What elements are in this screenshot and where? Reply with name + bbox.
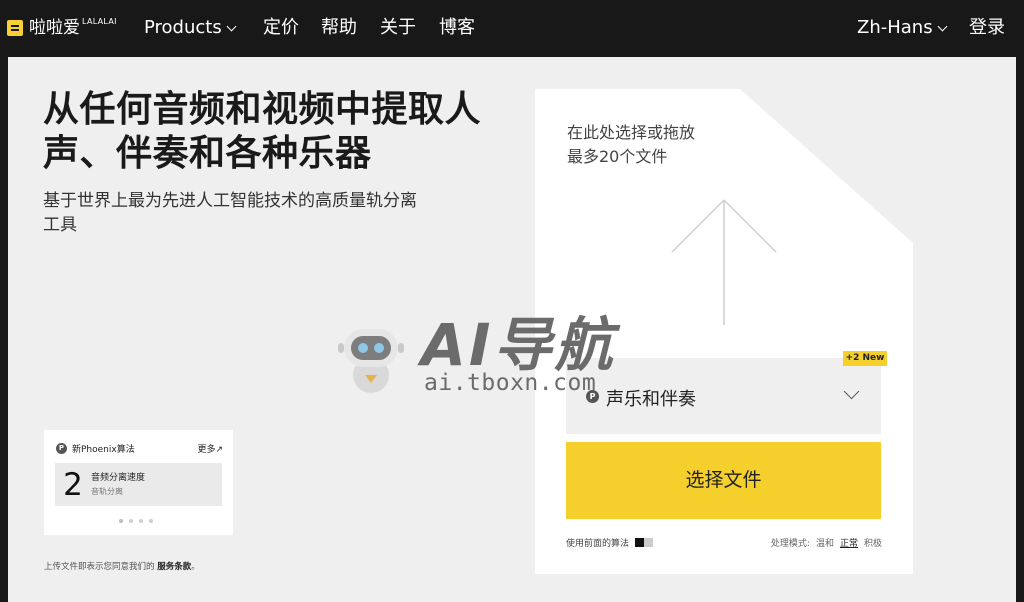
processing-mode-label: 处理模式:	[770, 539, 810, 549]
stat-number: 2	[63, 466, 83, 503]
hero-headline: 从任何音频和视频中提取人声、伴奏和各种乐器	[43, 89, 482, 174]
choose-file-button[interactable]: 选择文件	[566, 442, 881, 519]
nav-blog[interactable]: 博客	[439, 16, 475, 40]
dropzone-line-1: 在此处选择或拖放	[567, 123, 696, 142]
language-label: Zh-Hans	[857, 17, 933, 38]
watermark: AI导航 ai.tboxn.com	[338, 311, 638, 400]
phoenix-icon: P	[56, 443, 67, 454]
logo[interactable]: 啦啦爱 LALALAI	[7, 17, 117, 39]
carousel-dots	[119, 519, 153, 523]
processing-mode: 处理模式: 温和 正常 积极	[771, 536, 882, 549]
stat-sublabel: 音轨分离	[91, 486, 123, 496]
nav-products-label: Products	[144, 17, 222, 38]
dropzone-instructions: 在此处选择或拖放 最多20个文件	[567, 121, 695, 169]
nav-about-label: 关于	[380, 17, 416, 38]
algorithm-card-title: 新Phoenix算法	[72, 445, 135, 455]
terms-prefix: 上传文件即表示您同意我们的	[44, 562, 155, 572]
nav-pricing-label: 定价	[263, 17, 299, 38]
nav-products[interactable]: Products	[144, 16, 237, 40]
stat-label: 音频分离速度	[91, 472, 146, 483]
dropzone-line-2: 最多20个文件	[567, 147, 668, 166]
watermark-url: ai.tboxn.com	[424, 370, 597, 396]
new-badge: +2 New	[843, 351, 887, 366]
login-link[interactable]: 登录	[969, 16, 1005, 40]
nav-pricing[interactable]: 定价	[263, 16, 299, 40]
chevron-down-icon	[937, 21, 948, 32]
previous-algorithm-toggle[interactable]	[635, 538, 654, 547]
chevron-down-icon	[226, 21, 237, 32]
language-selector[interactable]: Zh-Hans	[857, 16, 948, 40]
terms-suffix: 。	[191, 562, 200, 572]
nav-blog-label: 博客	[439, 17, 475, 38]
logo-icon	[7, 20, 23, 36]
watermark-title: AI导航	[421, 311, 616, 379]
carousel-dot[interactable]	[149, 519, 153, 523]
carousel-dot[interactable]	[119, 519, 123, 523]
algorithm-card-header: P 新Phoenix算法 更多↗	[56, 442, 223, 455]
logo-text: 啦啦爱	[29, 18, 80, 38]
algorithm-card-stat: 2 音频分离速度 音轨分离	[55, 463, 222, 506]
nav-about[interactable]: 关于	[380, 16, 416, 40]
stat-label-group: 音频分离速度 音轨分离	[91, 472, 145, 498]
logo-superscript: LALALAI	[82, 17, 117, 26]
nav-help-label: 帮助	[321, 17, 357, 38]
nav-help[interactable]: 帮助	[321, 16, 357, 40]
previous-algorithm-option: 使用前面的算法	[566, 536, 654, 549]
terms-notice: 上传文件即表示您同意我们的 服务条款。	[44, 560, 200, 572]
mode-aggressive[interactable]: 积极	[864, 536, 882, 549]
carousel-dot[interactable]	[129, 519, 133, 523]
robot-icon	[338, 329, 404, 393]
previous-algorithm-label: 使用前面的算法	[566, 539, 630, 549]
more-link[interactable]: 更多↗	[197, 442, 223, 455]
carousel-dot[interactable]	[139, 519, 143, 523]
algorithm-card[interactable]: P 新Phoenix算法 更多↗ 2 音频分离速度 音轨分离	[44, 430, 233, 535]
top-nav: 啦啦爱 LALALAI Products 定价 帮助 关于 博客 Zh-Hans…	[0, 0, 1024, 57]
chevron-down-icon	[843, 383, 860, 400]
mode-normal[interactable]: 正常	[840, 536, 858, 549]
terms-link[interactable]: 服务条款	[157, 562, 191, 572]
login-label: 登录	[969, 17, 1005, 38]
hero-subtitle: 基于世界上最为先进人工智能技术的高质量轨分离工具	[43, 191, 417, 235]
main-content: 从任何音频和视频中提取人声、伴奏和各种乐器 基于世界上最为先进人工智能技术的高质…	[8, 57, 1016, 602]
mode-mild[interactable]: 温和	[816, 536, 834, 549]
